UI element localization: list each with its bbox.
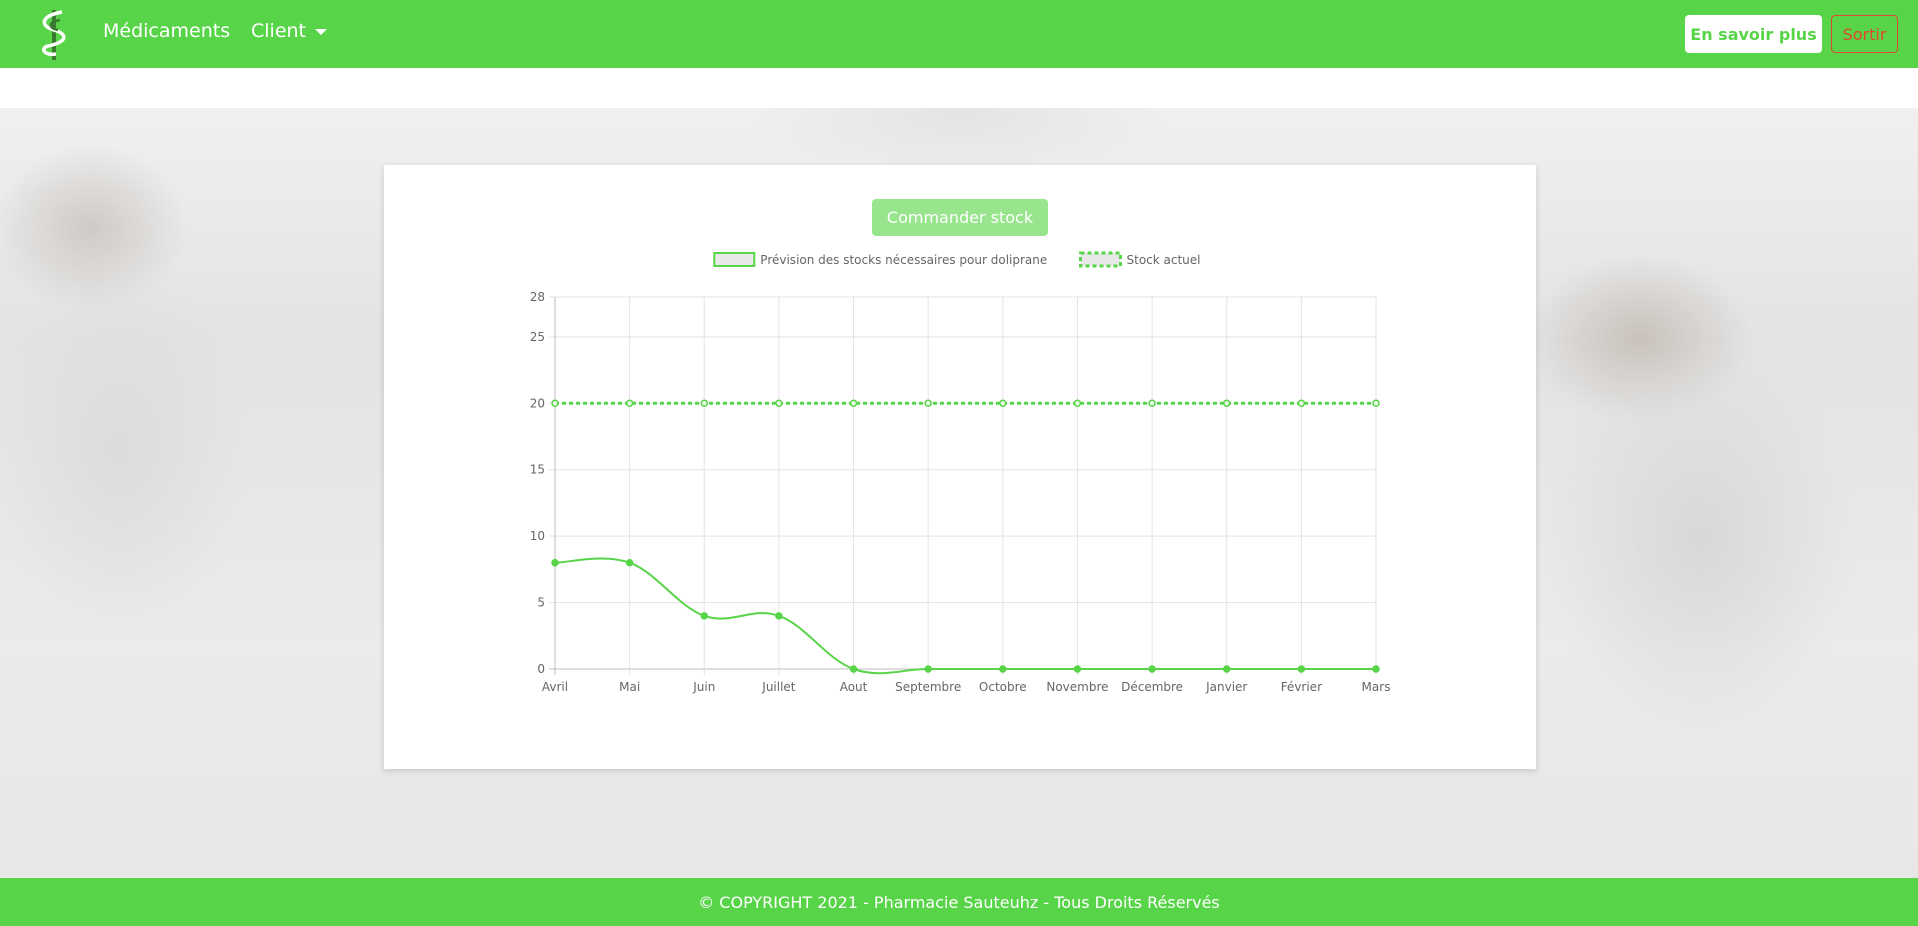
series-1-point [551, 399, 559, 408]
x-tick-label: Mai [619, 680, 640, 694]
x-tick-label: Avril [542, 680, 568, 694]
series-0-point [1148, 665, 1156, 673]
series-1-point [999, 399, 1007, 408]
series-1-point [625, 399, 634, 408]
x-tick-label: Mars [1362, 680, 1391, 694]
y-tick-label: 28 [530, 290, 545, 304]
series-1-point [849, 399, 858, 408]
chart-card: Commander stock 0 5 10 15 20 25 28 Avril Mai Juin… [384, 165, 1536, 769]
nav-client-label: Client [251, 20, 307, 42]
nav-medicaments[interactable]: Médicaments [103, 20, 230, 42]
x-tick-label: Octobre [979, 680, 1027, 694]
series-0-point [1297, 665, 1306, 673]
y-tick-label: 15 [530, 463, 545, 477]
series-1-point [1148, 399, 1156, 408]
series-0-point [551, 558, 559, 567]
x-tick-label: Septembre [895, 680, 961, 694]
navbar: Médicaments Client En savoir plus Sortir [0, 0, 1918, 68]
series-0-point [1222, 665, 1231, 673]
series-1-point [924, 399, 932, 408]
stock-chart: 0 5 10 15 20 25 28 Avril Mai Juin Juillet Aout Septe… [530, 251, 1391, 694]
legend-label-1: Stock actuel [1127, 253, 1201, 267]
y-tick-label: 20 [530, 396, 545, 410]
series-line-0 [554, 557, 1376, 675]
y-tick-label: 25 [530, 330, 545, 344]
nav-client-dropdown[interactable]: Client [251, 20, 328, 42]
more-info-button[interactable]: En savoir plus [1685, 15, 1822, 53]
series-0-point [1073, 665, 1082, 673]
series-0-point [924, 665, 932, 673]
x-tick-label: Juin [692, 680, 715, 694]
x-tick-label: Aout [840, 680, 868, 694]
x-tick-label: Juillet [761, 680, 796, 694]
x-tick-label: Janvier [1205, 680, 1247, 694]
series-1-point [1297, 399, 1306, 408]
legend-label-0: Prévision des stocks nécessaires pour do… [760, 253, 1047, 267]
caduceus-icon[interactable] [34, 6, 74, 62]
series-0-point [625, 558, 634, 567]
series-0-point [775, 612, 783, 620]
legend-swatch-0 [713, 252, 756, 267]
series-1-point [775, 399, 783, 408]
x-tick-label: Décembre [1121, 680, 1183, 694]
series-1-point [1073, 399, 1082, 408]
y-tick-label: 5 [537, 596, 545, 610]
series-0-point [700, 612, 709, 620]
x-tick-label: Novembre [1046, 680, 1108, 694]
series-1-point [1222, 399, 1231, 408]
series-0-point [849, 665, 858, 673]
y-tick-label: 10 [530, 529, 545, 543]
series-1-point [1372, 399, 1380, 408]
exit-button[interactable]: Sortir [1831, 15, 1898, 53]
legend-swatch-1 [1079, 251, 1122, 268]
chevron-down-icon [315, 28, 328, 35]
footer: © COPYRIGHT 2021 - Pharmacie Sauteuhz - … [0, 878, 1918, 926]
x-tick-label: Février [1281, 680, 1322, 694]
series-0-point [999, 665, 1007, 673]
y-tick-label: 0 [537, 662, 545, 676]
copyright-text: © COPYRIGHT 2021 - Pharmacie Sauteuhz - … [698, 892, 1220, 912]
series-0-point [1372, 665, 1380, 673]
series-1-point [700, 399, 709, 408]
